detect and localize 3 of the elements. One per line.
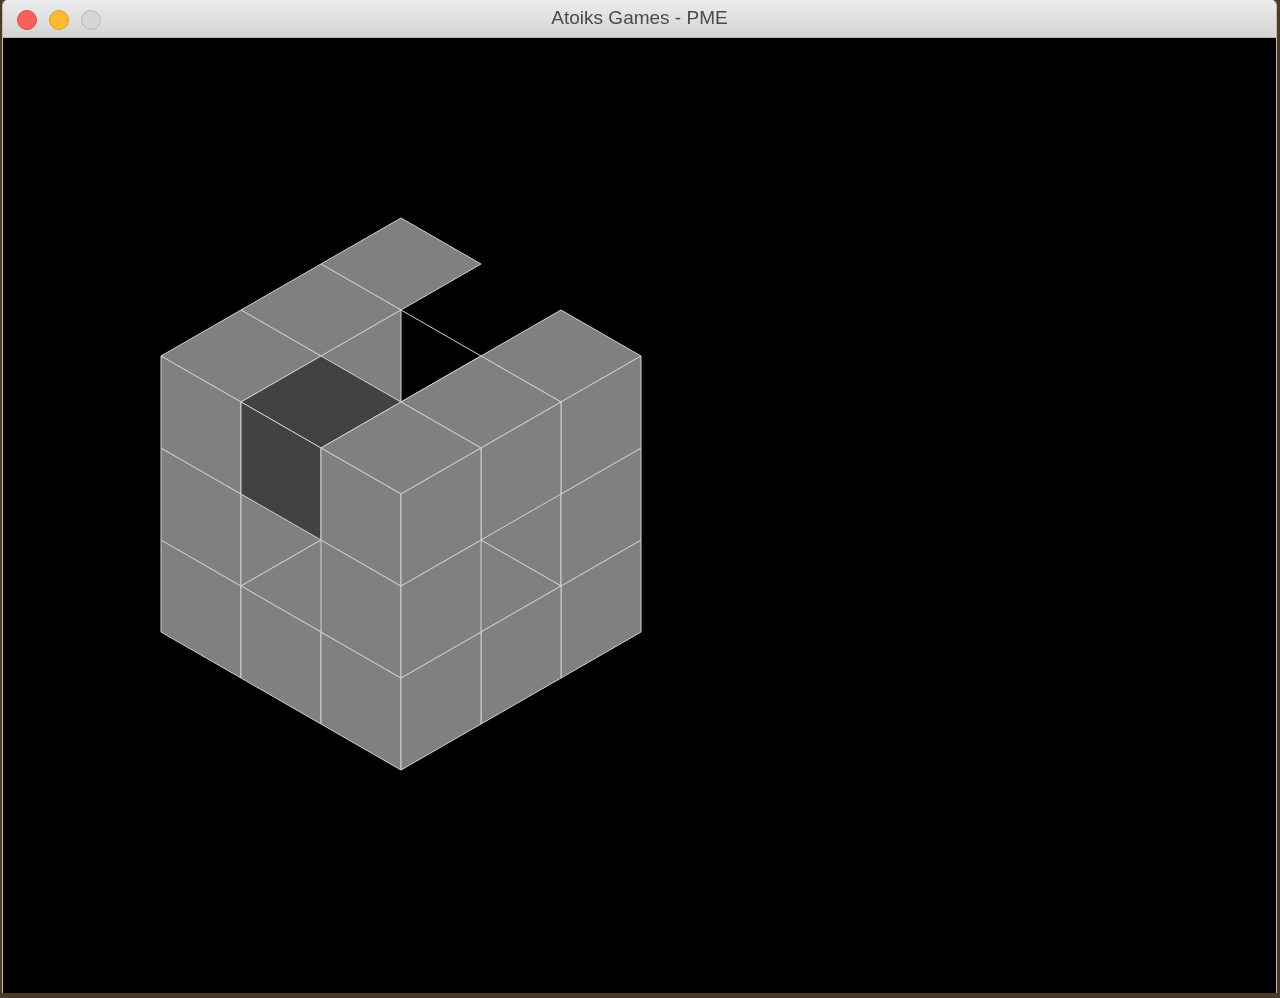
- window-title: Atoiks Games - PME: [551, 6, 728, 31]
- minimize-button[interactable]: [49, 10, 69, 30]
- close-button[interactable]: [17, 10, 37, 30]
